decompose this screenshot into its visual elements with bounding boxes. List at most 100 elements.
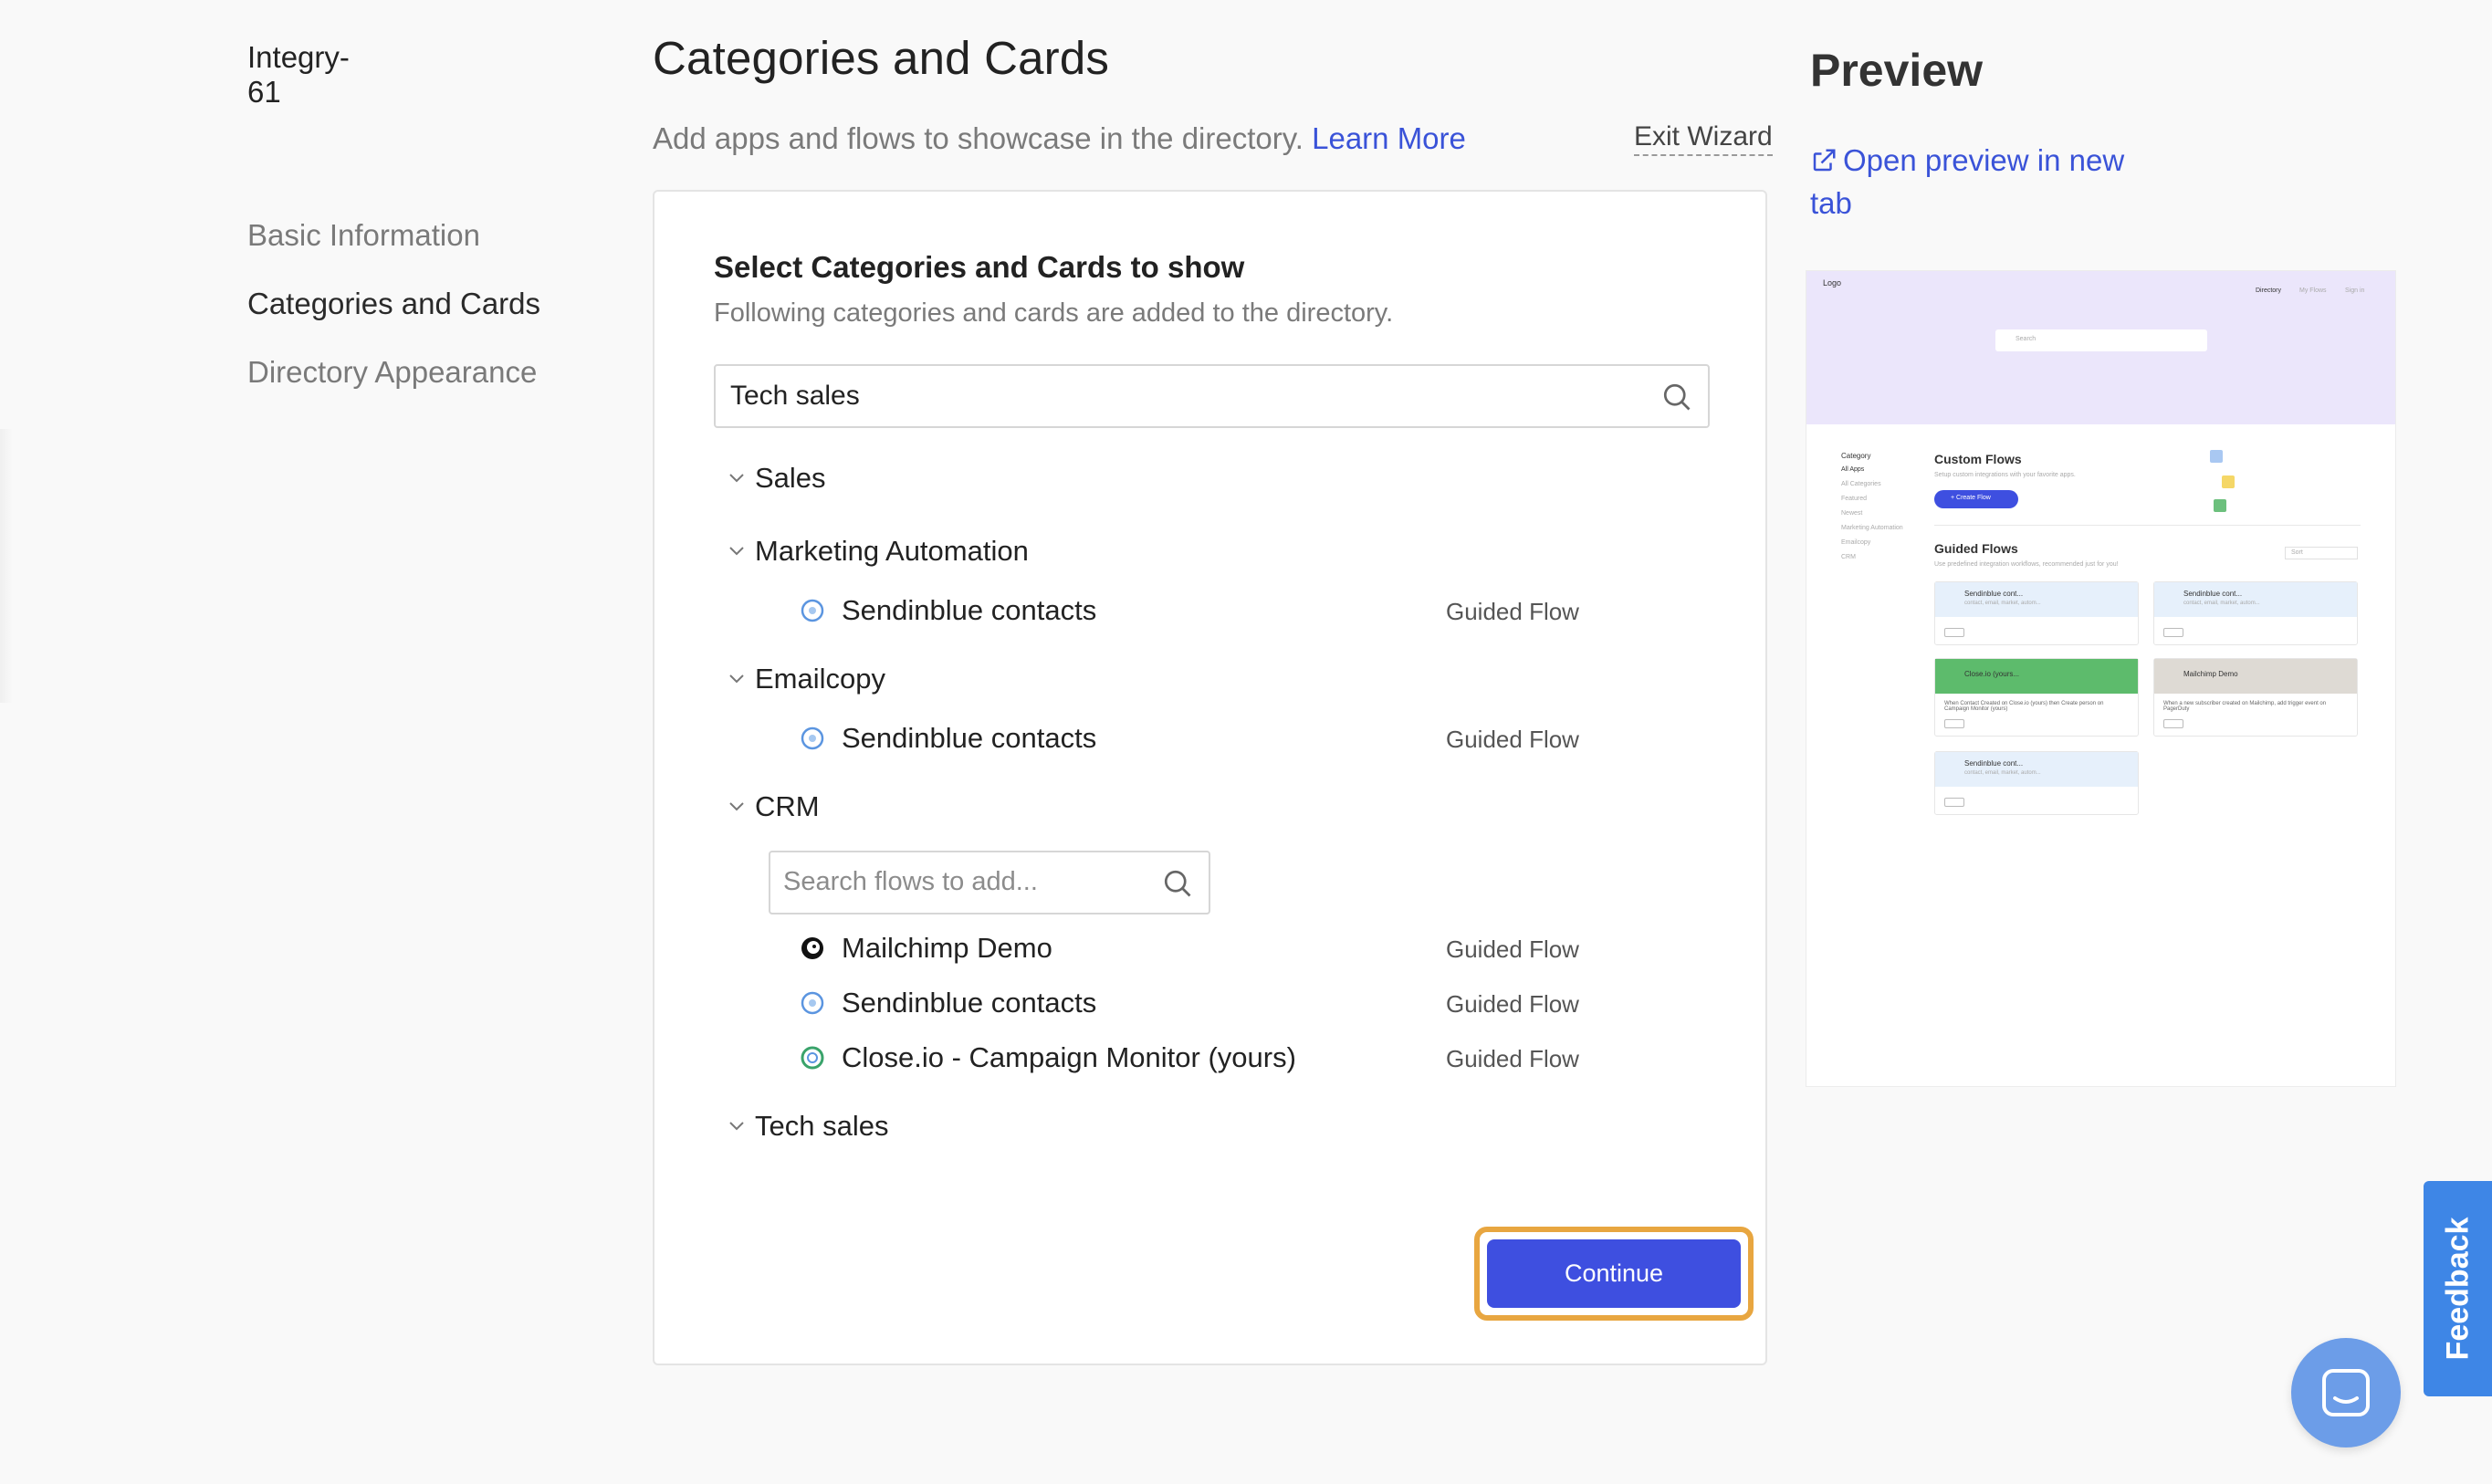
preview-title: Preview: [1810, 45, 1984, 96]
flow-type: Guided Flow: [1446, 1045, 1579, 1072]
category-sales[interactable]: Sales: [729, 462, 826, 495]
flow-name: Sendinblue contacts: [842, 722, 1097, 754]
preview-category: All Apps: [1841, 466, 1865, 473]
category-label: CRM: [755, 790, 820, 822]
preview-app-tile: [2214, 499, 2226, 512]
preview-create-flow: + Create Flow: [1934, 490, 2018, 508]
directory-preview-thumbnail: Logo Directory My Flows Sign in Search C…: [1806, 270, 2396, 1087]
flow-type: Guided Flow: [1446, 990, 1579, 1018]
wizard-steps: Basic Information Categories and Cards D…: [247, 217, 540, 423]
step-basic-information[interactable]: Basic Information: [247, 217, 540, 286]
preview-card-title: Sendinblue cont...: [1964, 590, 2024, 598]
preview-app-tile: [2210, 450, 2223, 463]
preview-flow-card: Sendinblue cont... contact, email, marke…: [1934, 581, 2139, 645]
flow-search: [769, 851, 1210, 914]
preview-nav-my-flows: My Flows: [2299, 287, 2327, 294]
preview-category-heading: Category: [1841, 452, 1871, 460]
preview-guided-flows-sub: Use predefined integration workflows, re…: [1934, 561, 2119, 568]
page-title: Categories and Cards: [653, 32, 1110, 84]
preview-custom-flows-sub: Setup custom integrations with your favo…: [1934, 472, 2076, 478]
preview-card-sub: When Contact Created on Close.io (yours)…: [1944, 701, 2104, 712]
brand-name: Integry-61: [247, 40, 350, 109]
category-search-input[interactable]: [730, 381, 1607, 412]
closeio-icon: [801, 1046, 824, 1070]
preview-category: Newest: [1841, 510, 1863, 517]
preview-card-sub: contact, email, market, autom...: [1964, 601, 2041, 606]
left-edge-shadow: [0, 429, 13, 703]
preview-flow-card: Sendinblue cont... contact, email, marke…: [2153, 581, 2358, 645]
category-search: [714, 364, 1710, 428]
open-preview-label: Open preview in new tab: [1810, 143, 2125, 220]
continue-focus-ring: Continue: [1474, 1227, 1754, 1321]
category-label: Tech sales: [755, 1110, 889, 1142]
flow-name: Mailchimp Demo: [842, 932, 1052, 964]
preview-app-tile: [2222, 476, 2235, 488]
page-subtitle: Add apps and flows to showcase in the di…: [653, 121, 1466, 156]
preview-flow-card: Mailchimp Demo When a new subscriber cre…: [2153, 658, 2358, 737]
feedback-label: Feedback: [2440, 1217, 2475, 1361]
chevron-down-icon[interactable]: [728, 473, 746, 484]
search-icon[interactable]: [1161, 867, 1194, 900]
sendinblue-icon: [801, 726, 824, 750]
open-preview-link[interactable]: Open preview in new tab: [1810, 139, 2157, 225]
preview-category: Emailcopy: [1841, 539, 1871, 546]
chat-launcher-button[interactable]: [2291, 1338, 2401, 1447]
chevron-down-icon[interactable]: [728, 1121, 746, 1132]
category-crm[interactable]: CRM: [729, 790, 820, 823]
external-link-icon: [1813, 149, 1836, 172]
flow-type: Guided Flow: [1446, 726, 1579, 753]
preview-card-title: Sendinblue cont...: [1964, 759, 2024, 768]
exit-wizard-link[interactable]: Exit Wizard: [1634, 121, 1773, 156]
mailchimp-icon: [801, 937, 823, 959]
subtitle-text: Add apps and flows to showcase in the di…: [653, 121, 1304, 155]
preview-card-sub: When a new subscriber created on Mailchi…: [2163, 701, 2327, 712]
flow-type: Guided Flow: [1446, 935, 1579, 963]
category-tech-sales[interactable]: Tech sales: [729, 1110, 889, 1143]
flow-row[interactable]: Sendinblue contacts Guided Flow: [800, 981, 1621, 1027]
preview-nav-sign-in: Sign in: [2345, 287, 2365, 294]
preview-flow-card: Sendinblue cont... contact, email, marke…: [1934, 751, 2139, 815]
learn-more-link[interactable]: Learn More: [1312, 121, 1466, 155]
flow-name: Close.io - Campaign Monitor (yours): [842, 1041, 1296, 1073]
preview-card-title: Sendinblue cont...: [2183, 590, 2243, 598]
preview-card-sub: contact, email, market, autom...: [2183, 601, 2260, 606]
preview-card-title: Close.io (yours...: [1964, 670, 2020, 678]
preview-divider: [1934, 525, 2361, 526]
category-label: Emailcopy: [755, 663, 885, 695]
preview-search-text: Search: [2016, 336, 2037, 342]
preview-flow-card: Close.io (yours... When Contact Created …: [1934, 658, 2139, 737]
category-label: Marketing Automation: [755, 535, 1029, 567]
chevron-down-icon[interactable]: [728, 674, 746, 685]
preview-logo: Logo: [1823, 278, 1842, 287]
continue-button[interactable]: Continue: [1487, 1239, 1741, 1308]
preview-guided-flows-title: Guided Flows: [1934, 541, 2018, 556]
preview-card-sub: contact, email, market, autom...: [1964, 770, 2041, 776]
step-directory-appearance[interactable]: Directory Appearance: [247, 354, 540, 423]
category-emailcopy[interactable]: Emailcopy: [729, 663, 885, 695]
categories-card: Select Categories and Cards to show Foll…: [653, 190, 1767, 1365]
preview-card-title: Mailchimp Demo: [2183, 670, 2238, 678]
step-categories-and-cards[interactable]: Categories and Cards: [247, 286, 540, 354]
feedback-tab[interactable]: Feedback: [2424, 1181, 2492, 1396]
flow-row[interactable]: Sendinblue contacts Guided Flow: [800, 589, 1621, 634]
preview-category: CRM: [1841, 554, 1856, 560]
flow-row[interactable]: Mailchimp Demo Guided Flow: [800, 926, 1621, 972]
flow-search-input[interactable]: [783, 867, 1148, 897]
preview-category: Marketing Automation: [1841, 525, 1903, 531]
flow-type: Guided Flow: [1446, 598, 1579, 625]
flow-row[interactable]: Close.io - Campaign Monitor (yours) Guid…: [800, 1036, 1621, 1082]
flow-row[interactable]: Sendinblue contacts Guided Flow: [800, 716, 1621, 762]
category-marketing-automation[interactable]: Marketing Automation: [729, 535, 1029, 568]
search-icon[interactable]: [1660, 381, 1693, 413]
preview-custom-flows-title: Custom Flows: [1934, 452, 2022, 466]
sendinblue-icon: [801, 599, 824, 622]
preview-nav-directory: Directory: [2256, 287, 2282, 294]
preview-sort: Sort: [2285, 547, 2358, 559]
card-title: Select Categories and Cards to show: [714, 250, 1245, 284]
preview-category: All Categories: [1841, 481, 1881, 487]
preview-category: Featured: [1841, 496, 1868, 502]
flow-name: Sendinblue contacts: [842, 594, 1097, 626]
chevron-down-icon[interactable]: [728, 546, 746, 557]
chevron-down-icon[interactable]: [728, 801, 746, 812]
flow-name: Sendinblue contacts: [842, 987, 1097, 1019]
